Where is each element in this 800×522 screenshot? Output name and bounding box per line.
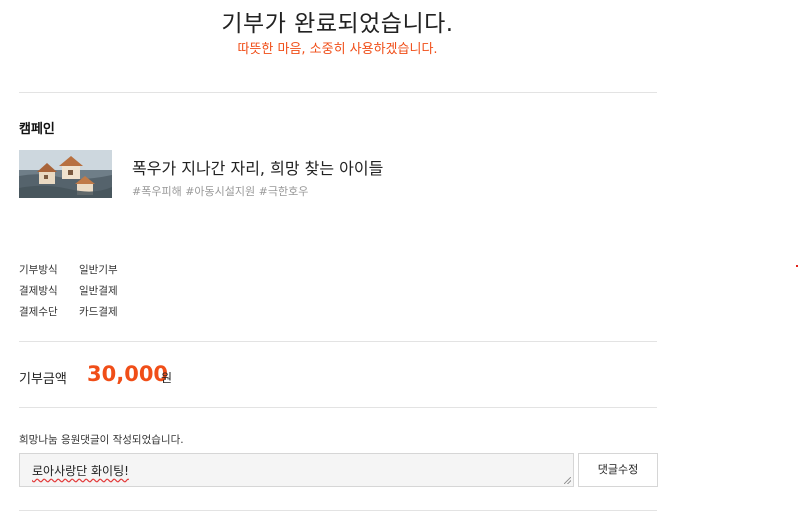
page-title: 기부가 완료되었습니다. (221, 11, 454, 37)
page-subtitle: 따뜻한 마음, 소중히 사용하겠습니다. (237, 42, 438, 57)
edit-comment-button[interactable]: 댓글수정 (578, 453, 658, 487)
divider (19, 92, 657, 93)
detail-row-donation-type: 기부방식 일반기부 (19, 262, 118, 277)
amount-unit: 원 (161, 371, 173, 385)
detail-label: 결제방식 (19, 285, 58, 297)
flooded-houses-image (19, 150, 112, 198)
campaign-thumbnail[interactable] (19, 150, 112, 198)
campaign-section-label: 캠페인 (19, 122, 55, 137)
amount-label: 기부금액 (19, 372, 67, 387)
detail-value: 일반결제 (79, 285, 118, 297)
detail-label: 결제수단 (19, 306, 58, 318)
comment-textarea[interactable]: 로아사랑단 화이팅! (19, 453, 574, 487)
campaign-tags: #폭우피해 #아동시설지원 #극한호우 (132, 185, 309, 198)
detail-value: 카드결제 (79, 306, 118, 318)
detail-label: 기부방식 (19, 264, 58, 276)
detail-row-payment-type: 결제방식 일반결제 (19, 283, 118, 298)
marker-dot (796, 265, 798, 267)
detail-row-payment-method: 결제수단 카드결제 (19, 304, 118, 319)
campaign-title[interactable]: 폭우가 지나간 자리, 희망 찾는 아이들 (132, 155, 383, 179)
divider (19, 510, 657, 511)
detail-value: 일반기부 (79, 264, 118, 276)
divider (19, 341, 657, 342)
comment-text: 로아사랑단 화이팅! (32, 464, 129, 478)
donation-complete-page: 기부가 완료되었습니다. 따뜻한 마음, 소중히 사용하겠습니다. 캠페인 폭우… (0, 0, 800, 522)
divider (19, 407, 657, 408)
amount-value: 30,000 (87, 362, 169, 386)
comment-notice: 희망나눔 응원댓글이 작성되었습니다. (19, 434, 184, 446)
resize-handle-icon[interactable] (564, 477, 571, 484)
